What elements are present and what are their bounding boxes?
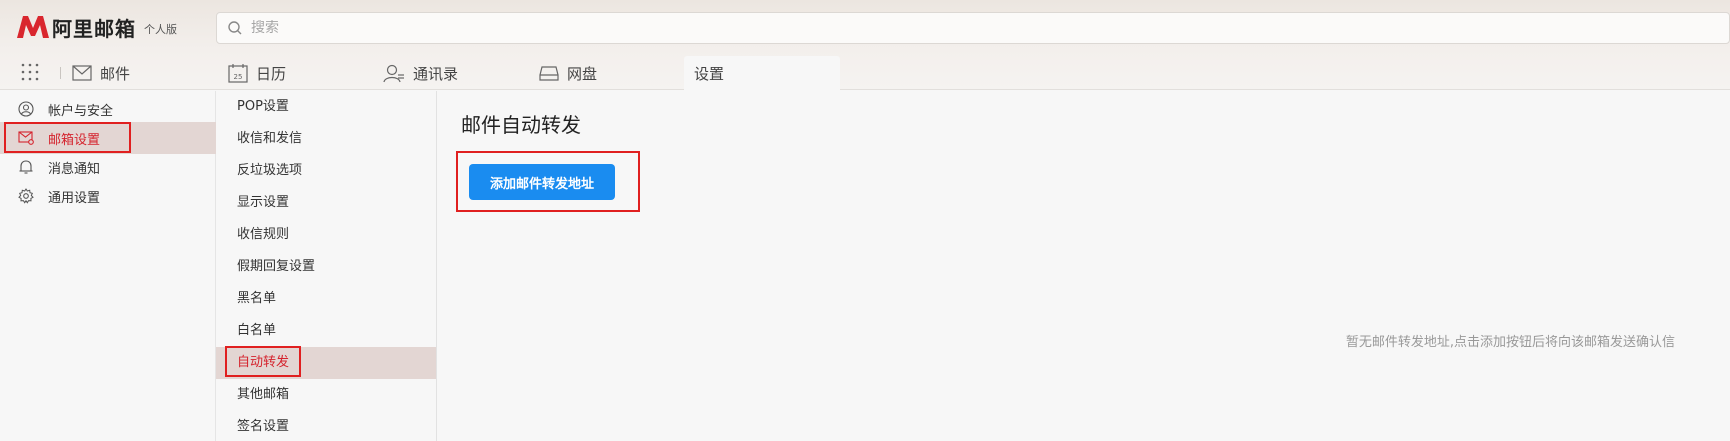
logo-text: 阿里邮箱 [52,16,136,41]
tab-settings[interactable]: 设置 [684,56,840,90]
apps-grid-icon[interactable] [20,62,40,82]
sidebar-item-label: 消息通知 [48,161,101,177]
submenu-item-other-mailboxes[interactable]: 其他邮箱 [216,379,436,411]
tab-calendar-label: 日历 [256,64,287,83]
tab-mail-label: 邮件 [100,64,131,83]
sidebar-item-label: 帐户与安全 [48,103,114,119]
tab-contacts[interactable]: 通讯录 [383,56,458,90]
nav-divider [60,67,61,79]
page-title: 邮件自动转发 [461,113,581,137]
empty-state-hint: 暂无邮件转发地址,点击添加按钮后将向该邮箱发送确认信 [1345,335,1675,350]
logo-m-icon [17,16,49,38]
search-bar[interactable] [216,12,1730,44]
sidebar-item-label: 邮箱设置 [48,132,101,148]
tab-calendar[interactable]: 25 日历 [228,56,286,90]
sidebar-item-general-settings[interactable]: 通用设置 [0,180,216,212]
user-icon [18,101,34,117]
mailbox-settings-submenu: POP设置 收信和发信 反垃圾选项 显示设置 收信规则 假期回复设置 黑名单 白… [216,91,437,441]
mail-icon [72,65,92,81]
mail-settings-icon [18,131,34,145]
tab-mail[interactable]: 邮件 [72,56,130,90]
tab-drive-label: 网盘 [567,64,598,83]
settings-sidebar: 帐户与安全 邮箱设置 消息通知 通用设置 [0,91,216,441]
submenu-item-anti-spam[interactable]: 反垃圾选项 [216,155,436,187]
submenu-item-signature[interactable]: 签名设置 [216,411,436,441]
contacts-icon [383,64,404,83]
sidebar-item-label: 通用设置 [48,190,101,206]
tab-drive[interactable]: 网盘 [539,56,597,90]
add-forward-address-button[interactable]: 添加邮件转发地址 [469,164,615,200]
tab-contacts-label: 通讯录 [413,64,459,83]
submenu-item-display[interactable]: 显示设置 [216,187,436,219]
search-icon [228,21,242,35]
submenu-item-pop[interactable]: POP设置 [216,91,436,123]
submenu-item-auto-forward[interactable]: 自动转发 [216,347,436,379]
main-nav: 邮件 25 日历 通讯录 网盘 设置 [0,56,1730,90]
logo[interactable]: 阿里邮箱 个人版 [16,12,177,42]
sidebar-item-notifications[interactable]: 消息通知 [0,151,216,183]
drive-icon [539,66,559,81]
submenu-item-rules[interactable]: 收信规则 [216,219,436,251]
main-panel: 邮件自动转发 添加邮件转发地址 暂无邮件转发地址,点击添加按钮后将向该邮箱发送确… [437,91,1730,441]
calendar-icon-day: 25 [234,73,243,81]
submenu-item-send-receive[interactable]: 收信和发信 [216,123,436,155]
submenu-item-vacation-reply[interactable]: 假期回复设置 [216,251,436,283]
sidebar-item-account-security[interactable]: 帐户与安全 [0,93,216,125]
submenu-item-blacklist[interactable]: 黑名单 [216,283,436,315]
sidebar-item-mailbox-settings[interactable]: 邮箱设置 [0,122,216,154]
search-input[interactable] [251,20,851,36]
calendar-icon: 25 [228,64,248,83]
logo-edition: 个人版 [144,23,177,36]
submenu-item-whitelist[interactable]: 白名单 [216,315,436,347]
tab-settings-label: 设置 [694,64,725,83]
bell-icon [19,160,33,174]
gear-icon [18,188,34,204]
